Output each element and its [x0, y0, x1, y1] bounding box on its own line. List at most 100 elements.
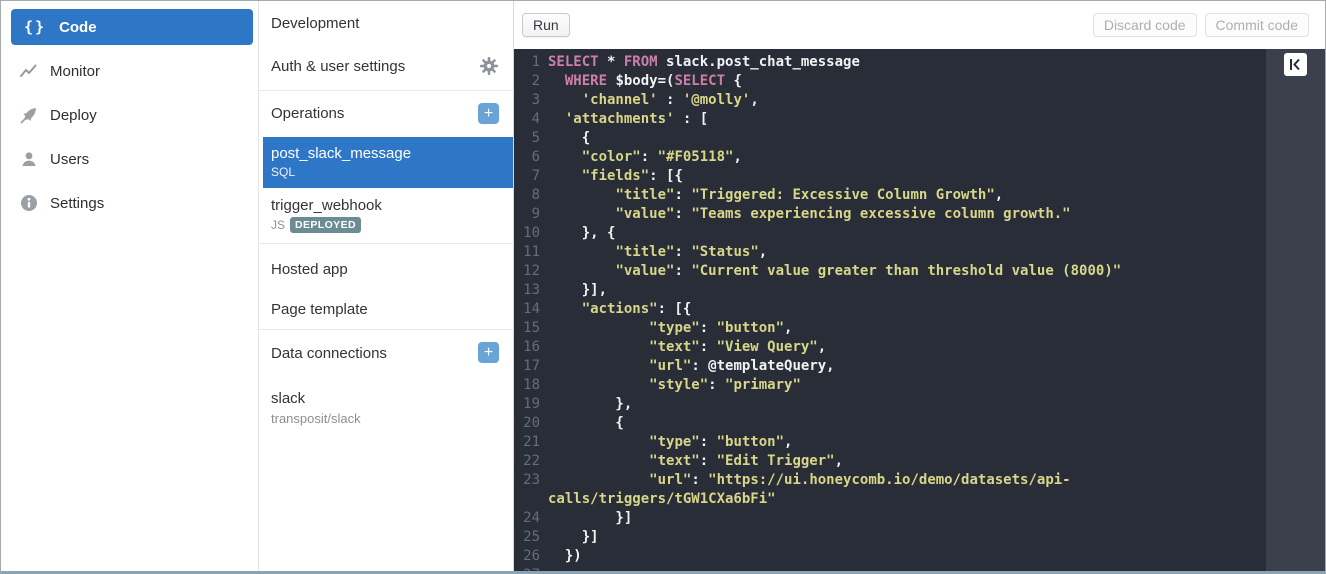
code-text: { — [548, 414, 624, 433]
code-line: 14 "actions": [{ — [514, 300, 1266, 319]
connection-name: slack — [271, 390, 361, 407]
add-operation-button[interactable]: + — [478, 103, 499, 124]
auth-user-settings-item[interactable]: Auth & user settings — [271, 58, 405, 75]
line-number: 26 — [514, 547, 540, 566]
code-text: "color": "#F05118", — [548, 148, 742, 167]
line-number: 12 — [514, 262, 540, 281]
code-text: "style": "primary" — [548, 376, 801, 395]
user-icon — [19, 149, 39, 169]
nav-label-settings: Settings — [50, 195, 104, 212]
line-number: 20 — [514, 414, 540, 433]
code-line: 3 'channel' : '@molly', — [514, 91, 1266, 110]
code-line: 17 "url": @templateQuery, — [514, 357, 1266, 376]
code-editor[interactable]: 1SELECT * FROM slack.post_chat_message2 … — [514, 49, 1266, 571]
line-number: 24 — [514, 509, 540, 528]
add-data-connection-button[interactable]: + — [478, 342, 499, 363]
code-text: "url": "https://ui.honeycomb.io/demo/dat… — [548, 471, 1071, 490]
code-text: }] — [548, 528, 599, 547]
line-number: 5 — [514, 129, 540, 148]
code-line: 4 'attachments' : [ — [514, 110, 1266, 129]
code-line: 23 "url": "https://ui.honeycomb.io/demo/… — [514, 471, 1266, 490]
gear-icon[interactable] — [480, 57, 498, 75]
run-button[interactable]: Run — [522, 13, 570, 37]
line-number: 25 — [514, 528, 540, 547]
page-template-item[interactable]: Page template — [271, 301, 368, 318]
line-number: 23 — [514, 471, 540, 490]
code-text: SELECT * FROM slack.post_chat_message — [548, 53, 860, 72]
nav-item-users[interactable]: Users — [1, 145, 258, 173]
editor-body: 1SELECT * FROM slack.post_chat_message2 … — [514, 49, 1325, 571]
nav-label-users: Users — [50, 151, 89, 168]
code-line: 22 "text": "Edit Trigger", — [514, 452, 1266, 471]
code-braces-icon: {} — [24, 18, 46, 36]
code-text: "url": @templateQuery, — [548, 357, 835, 376]
section-divider — [259, 329, 513, 330]
editor-panel: Run Discard code Commit code 1SELECT * F… — [514, 1, 1325, 571]
code-text: "actions": [{ — [548, 300, 691, 319]
operation-title: trigger_webhook — [271, 197, 382, 214]
collapse-left-icon — [1289, 58, 1302, 71]
line-number — [514, 490, 540, 509]
code-line: 6 "color": "#F05118", — [514, 148, 1266, 167]
code-line: 1SELECT * FROM slack.post_chat_message — [514, 53, 1266, 72]
code-text: 'attachments' : [ — [548, 110, 708, 129]
code-text: { — [548, 129, 590, 148]
code-text: }, { — [548, 224, 615, 243]
code-line: 7 "fields": [{ — [514, 167, 1266, 186]
line-number: 14 — [514, 300, 540, 319]
code-line: 27 — [514, 566, 1266, 571]
info-circle-icon — [19, 193, 39, 213]
collapse-panel-button[interactable] — [1284, 53, 1307, 76]
nav-item-deploy[interactable]: Deploy — [1, 101, 258, 129]
code-line: 9 "value": "Teams experiencing excessive… — [514, 205, 1266, 224]
code-line: 20 { — [514, 414, 1266, 433]
hosted-app-item[interactable]: Hosted app — [271, 261, 348, 278]
operation-item-post-slack-message[interactable]: post_slack_message SQL — [263, 137, 513, 188]
project-explorer: Development Auth & user settings Operati… — [259, 1, 514, 571]
code-line: 21 "type": "button", — [514, 433, 1266, 452]
operation-item-trigger-webhook[interactable]: trigger_webhook JS DEPLOYED — [271, 197, 382, 233]
code-text: "value": "Current value greater than thr… — [548, 262, 1121, 281]
code-text: }, — [548, 395, 632, 414]
development-section-header: Development — [271, 15, 359, 32]
line-number: 7 — [514, 167, 540, 186]
code-line: 19 }, — [514, 395, 1266, 414]
line-number: 4 — [514, 110, 540, 129]
app-window: {} Code Monitor Deploy — [0, 0, 1326, 574]
line-number: 19 — [514, 395, 540, 414]
line-number: 10 — [514, 224, 540, 243]
line-number: 9 — [514, 205, 540, 224]
line-number: 16 — [514, 338, 540, 357]
code-line: 16 "text": "View Query", — [514, 338, 1266, 357]
code-text: "fields": [{ — [548, 167, 683, 186]
commit-code-button[interactable]: Commit code — [1205, 13, 1309, 37]
code-text: "text": "Edit Trigger", — [548, 452, 843, 471]
line-number: 22 — [514, 452, 540, 471]
nav-label-deploy: Deploy — [50, 107, 97, 124]
operation-title: post_slack_message — [271, 145, 513, 162]
operation-language: JS — [271, 218, 285, 232]
nav-item-monitor[interactable]: Monitor — [1, 57, 258, 85]
line-number: 6 — [514, 148, 540, 167]
line-number: 27 — [514, 566, 540, 571]
line-number: 21 — [514, 433, 540, 452]
code-text: "title": "Triggered: Excessive Column Gr… — [548, 186, 1003, 205]
connection-item-slack[interactable]: slack transposit/slack — [271, 390, 361, 426]
connection-source: transposit/slack — [271, 411, 361, 426]
line-number: 17 — [514, 357, 540, 376]
line-number: 8 — [514, 186, 540, 205]
code-line: 10 }, { — [514, 224, 1266, 243]
nav-item-code[interactable]: {} Code — [11, 9, 253, 45]
code-text: calls/triggers/tGW1CXa6bFi" — [548, 490, 776, 509]
code-line: 13 }], — [514, 281, 1266, 300]
line-number: 13 — [514, 281, 540, 300]
code-line: 24 }] — [514, 509, 1266, 528]
operations-section-header: Operations — [271, 105, 344, 122]
nav-item-settings[interactable]: Settings — [1, 189, 258, 217]
section-divider — [259, 90, 513, 91]
nav-label-code: Code — [59, 19, 97, 36]
nav-label-monitor: Monitor — [50, 63, 100, 80]
code-text: }], — [548, 281, 607, 300]
discard-code-button[interactable]: Discard code — [1093, 13, 1197, 37]
code-text: 'channel' : '@molly', — [548, 91, 759, 110]
